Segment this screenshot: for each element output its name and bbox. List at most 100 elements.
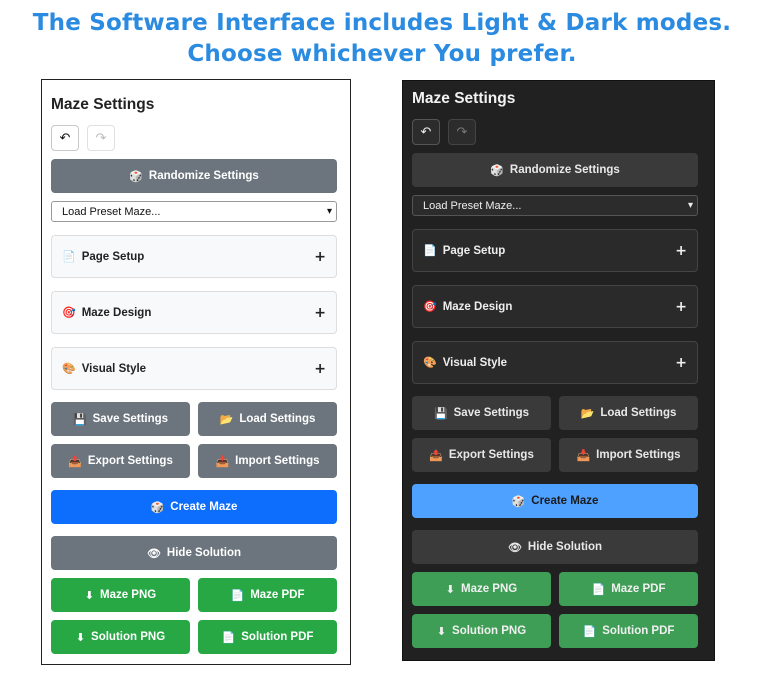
dice-icon: 🎲 (150, 500, 165, 514)
expand-icon: + (314, 248, 326, 265)
panel-title: Maze Settings (412, 90, 516, 107)
folder-icon: 📂 (219, 412, 234, 426)
maze-png-button[interactable]: ⬇ Maze PNG (412, 572, 551, 606)
maze-pdf-button[interactable]: 📄 Maze PDF (198, 578, 337, 612)
section-label: Maze Design (442, 300, 513, 313)
section-label: Page Setup (442, 244, 506, 257)
export-settings-label: Export Settings (87, 455, 173, 467)
download-icon: ⬇ (75, 630, 86, 644)
preset-select-value: Load Preset Maze... (423, 199, 522, 212)
target-icon: 🎯 (62, 306, 76, 319)
maze-png-label: Maze PNG (460, 583, 518, 595)
chevron-down-icon: ▾ (687, 200, 693, 211)
preset-select-value: Load Preset Maze... (62, 205, 161, 218)
headline-line-2: Choose whichever You prefer. (187, 41, 577, 67)
floppy-disk-icon: 💾 (72, 412, 87, 426)
expand-icon: + (675, 242, 687, 259)
save-settings-label: Save Settings (92, 413, 169, 425)
solution-pdf-label: Solution PDF (602, 625, 675, 637)
solution-png-label: Solution PNG (91, 631, 166, 643)
randomize-settings-label: Randomize Settings (509, 164, 620, 176)
section-visual-style[interactable]: 🎨 Visual Style + (51, 347, 337, 390)
export-icon: 📤 (68, 454, 82, 468)
save-settings-button[interactable]: 💾 Save Settings (51, 402, 190, 436)
import-settings-button[interactable]: 📥 Import Settings (198, 444, 337, 478)
preset-maze-select[interactable]: Load Preset Maze... ▾ (51, 201, 337, 222)
folder-icon: 📂 (580, 406, 595, 420)
section-label: Visual Style (442, 356, 508, 369)
save-settings-label: Save Settings (453, 407, 530, 419)
maze-pdf-label: Maze PDF (611, 583, 666, 595)
load-settings-label: Load Settings (600, 407, 677, 419)
redo-button[interactable]: ↷ (87, 125, 115, 151)
expand-icon: + (314, 304, 326, 321)
export-icon: 📤 (429, 448, 443, 462)
redo-icon: ↷ (456, 124, 468, 140)
target-icon: 🎯 (423, 300, 437, 313)
expand-icon: + (314, 360, 326, 377)
randomize-settings-label: Randomize Settings (148, 170, 259, 182)
expand-icon: + (675, 298, 687, 315)
export-settings-label: Export Settings (448, 449, 534, 461)
solution-png-button[interactable]: ⬇ Solution PNG (412, 614, 551, 648)
section-page-setup[interactable]: 📄 Page Setup + (51, 235, 337, 278)
solution-pdf-label: Solution PDF (241, 631, 314, 643)
import-icon: 📥 (576, 448, 591, 462)
maze-pdf-label: Maze PDF (250, 589, 305, 601)
panel-title: Maze Settings (51, 96, 155, 113)
section-maze-design[interactable]: 🎯 Maze Design + (412, 285, 698, 328)
redo-button[interactable]: ↷ (448, 119, 476, 145)
section-label: Visual Style (81, 362, 147, 375)
save-settings-button[interactable]: 💾 Save Settings (412, 396, 551, 430)
create-maze-button[interactable]: 🎲 Create Maze (412, 484, 698, 518)
solution-pdf-button[interactable]: 📄 Solution PDF (559, 614, 698, 648)
export-settings-button[interactable]: 📤 Export Settings (51, 444, 190, 478)
import-icon: 📥 (215, 454, 230, 468)
page-icon: 📄 (423, 244, 437, 257)
document-icon: 📄 (230, 588, 245, 602)
load-settings-button[interactable]: 📂 Load Settings (198, 402, 337, 436)
undo-icon: ↶ (420, 124, 432, 140)
redo-icon: ↷ (95, 130, 107, 146)
undo-redo-group: ↶ ↷ (51, 125, 115, 151)
light-mode-panel: Maze Settings ↶ ↷ 🎲 Randomize Settings L… (41, 79, 351, 665)
chevron-down-icon: ▾ (326, 206, 332, 217)
solution-png-button[interactable]: ⬇ Solution PNG (51, 620, 190, 654)
headline-line-1: The Software Interface includes Light & … (32, 10, 732, 36)
dice-icon: 🎲 (129, 169, 143, 183)
expand-icon: + (675, 354, 687, 371)
import-settings-label: Import Settings (235, 455, 320, 467)
undo-button[interactable]: ↶ (412, 119, 440, 145)
solution-png-label: Solution PNG (452, 625, 527, 637)
maze-png-label: Maze PNG (99, 589, 157, 601)
dark-mode-panel: Maze Settings ↶ ↷ 🎲 Randomize Settings L… (402, 80, 715, 661)
palette-icon: 🎨 (62, 362, 76, 375)
create-maze-label: Create Maze (531, 495, 599, 507)
randomize-settings-button[interactable]: 🎲 Randomize Settings (51, 159, 337, 193)
undo-redo-group: ↶ ↷ (412, 119, 476, 145)
document-icon: 📄 (221, 630, 236, 644)
undo-button[interactable]: ↶ (51, 125, 79, 151)
download-icon: ⬇ (445, 582, 455, 596)
randomize-settings-button[interactable]: 🎲 Randomize Settings (412, 153, 698, 187)
section-label: Maze Design (81, 306, 152, 319)
preset-maze-select[interactable]: Load Preset Maze... ▾ (412, 195, 698, 216)
create-maze-label: Create Maze (170, 501, 238, 513)
load-settings-button[interactable]: 📂 Load Settings (559, 396, 698, 430)
download-icon: ⬇ (84, 588, 94, 602)
solution-pdf-button[interactable]: 📄 Solution PDF (198, 620, 337, 654)
page-icon: 📄 (62, 250, 76, 263)
maze-png-button[interactable]: ⬇ Maze PNG (51, 578, 190, 612)
export-settings-button[interactable]: 📤 Export Settings (412, 438, 551, 472)
document-icon: 📄 (591, 582, 606, 596)
import-settings-button[interactable]: 📥 Import Settings (559, 438, 698, 472)
floppy-disk-icon: 💾 (433, 406, 448, 420)
hide-solution-label: Hide Solution (166, 547, 242, 559)
section-visual-style[interactable]: 🎨 Visual Style + (412, 341, 698, 384)
create-maze-button[interactable]: 🎲 Create Maze (51, 490, 337, 524)
hide-solution-button[interactable]: 👁 Hide Solution (412, 530, 698, 564)
section-maze-design[interactable]: 🎯 Maze Design + (51, 291, 337, 334)
hide-solution-button[interactable]: 👁 Hide Solution (51, 536, 337, 570)
section-page-setup[interactable]: 📄 Page Setup + (412, 229, 698, 272)
maze-pdf-button[interactable]: 📄 Maze PDF (559, 572, 698, 606)
